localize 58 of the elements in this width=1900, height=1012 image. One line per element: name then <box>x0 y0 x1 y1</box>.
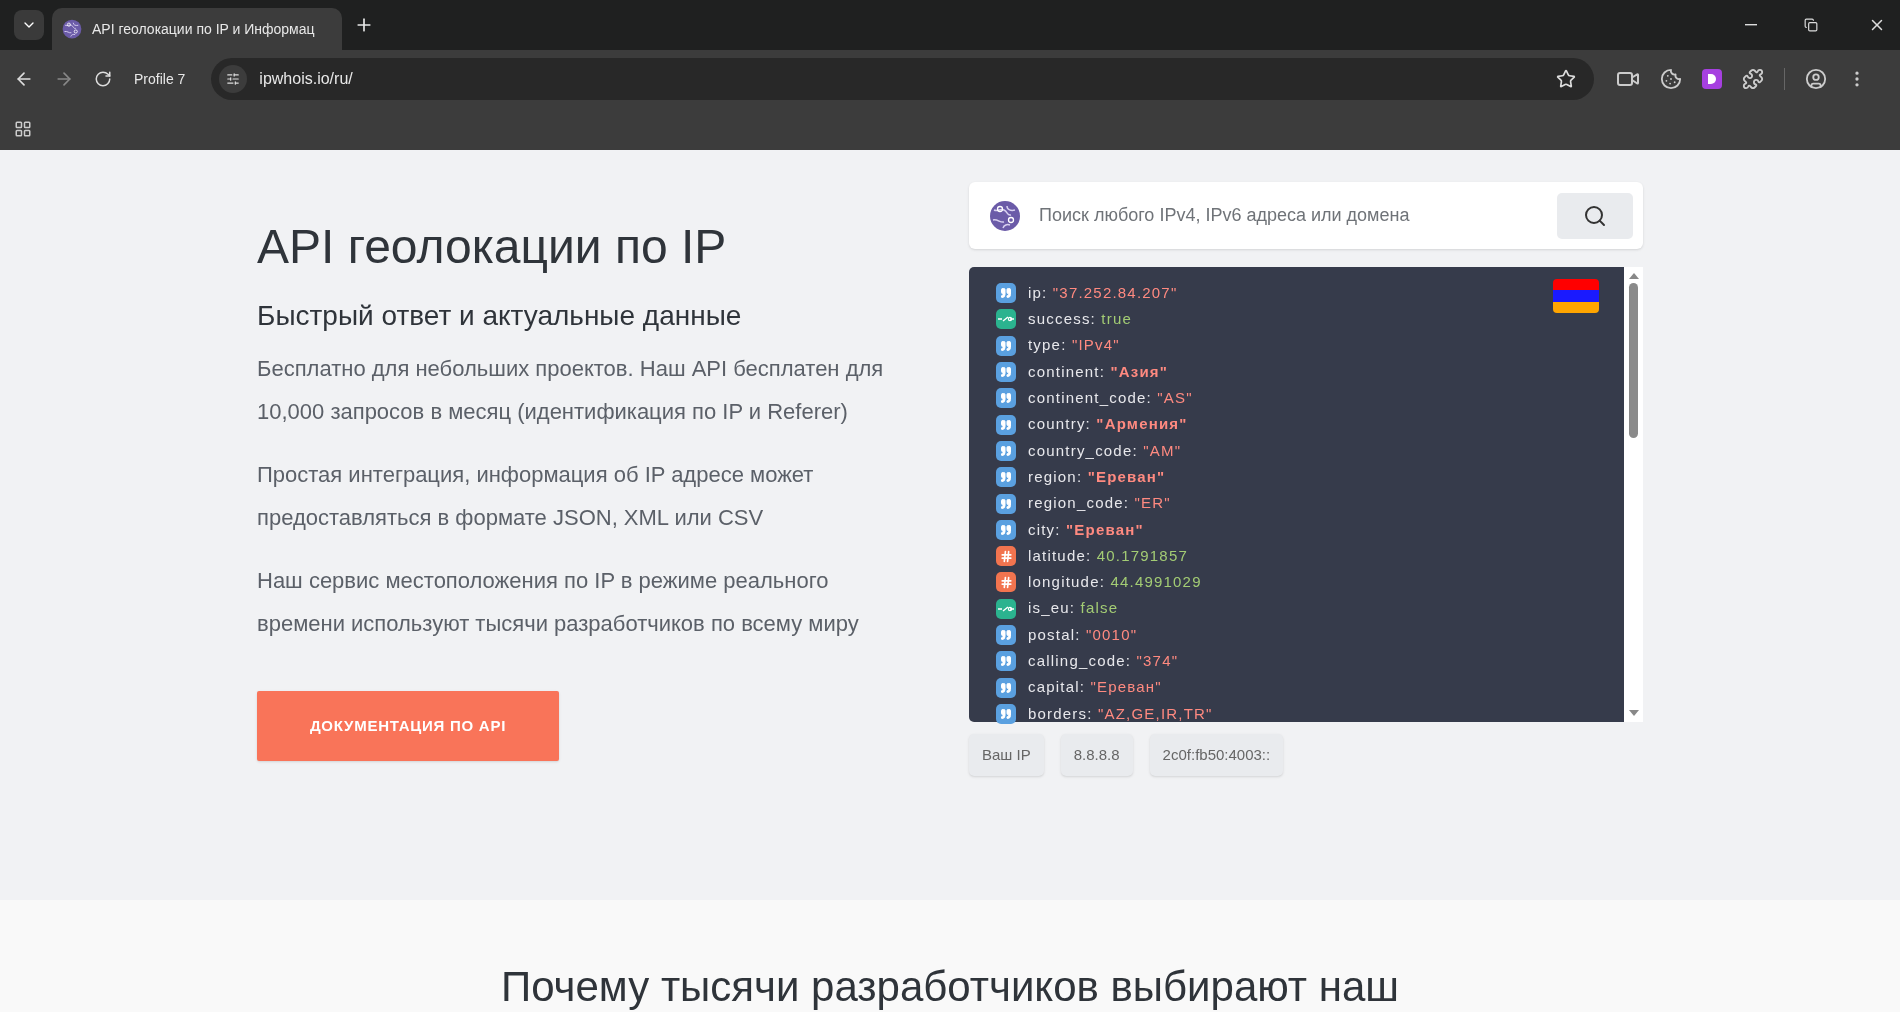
address-bar[interactable]: ipwhois.io/ru/ <box>211 58 1595 100</box>
cookie-icon[interactable] <box>1660 68 1683 90</box>
result-line: region: "Ереван" <box>1028 466 1166 487</box>
search-button[interactable] <box>1557 192 1633 239</box>
result-line: continent: "Азия" <box>1028 361 1169 382</box>
sliders-icon <box>226 72 241 86</box>
result-line: postal: "0010" <box>1028 624 1138 645</box>
docs-button[interactable]: ДОКУМЕНТАЦИЯ ПО API <box>257 691 559 761</box>
hero-paragraph: Бесплатно для небольших проектов. Наш API бесплатен для 10,000 запросов в месяц (идентификация по IP и Referer) <box>257 355 885 426</box>
result-line: country: "Армения" <box>1028 414 1188 435</box>
minimize-icon <box>1745 24 1757 26</box>
result-line: capital: "Ереван" <box>1028 677 1162 698</box>
result-line: city: "Ереван" <box>1028 519 1144 540</box>
tab-title: API геолокации по IP и Информац <box>92 19 315 39</box>
switch-icon <box>996 598 1016 619</box>
quick-ip-chip[interactable]: 8.8.8.8 <box>1060 734 1133 776</box>
scroll-up-arrow-icon[interactable] <box>1628 273 1639 279</box>
puzzle-icon[interactable] <box>1742 68 1765 90</box>
profile-button[interactable]: Profile 7 <box>132 68 188 90</box>
scrollbar[interactable] <box>1624 267 1643 722</box>
search-input[interactable]: Поиск любого IPv4, IPv6 адреса или домена <box>1039 202 1557 229</box>
site-settings-icon[interactable] <box>219 65 248 93</box>
scrollbar-thumb[interactable] <box>1629 283 1638 438</box>
hero-paragraph: Простая интеграция, информация об IP адресе может предоставляться в формате JSON, XML или CSV <box>257 461 815 532</box>
hero-subtitle: Быстрый ответ и актуальные данные <box>257 299 743 333</box>
result-line: latitude: 40.1791857 <box>1028 545 1188 566</box>
reload-icon <box>94 70 112 88</box>
globe-logo-icon <box>989 199 1021 232</box>
result-line: continent_code: "AS" <box>1028 388 1193 409</box>
scroll-down-arrow-icon[interactable] <box>1628 710 1639 716</box>
restore-icon <box>1804 18 1818 32</box>
bookmark-star-icon[interactable] <box>1556 69 1577 89</box>
hero-title: API геолокации по IP <box>257 219 728 275</box>
favicon-icon <box>62 19 82 39</box>
result-line: is_eu: false <box>1028 598 1119 619</box>
tab-list-button[interactable] <box>14 10 44 40</box>
search-icon <box>1583 203 1607 228</box>
browser-tab[interactable]: API геолокации по IP и Информац <box>52 8 342 50</box>
section-heading: Почему тысячи разработчиков выбирают наш <box>501 962 1399 1012</box>
apps-grid-icon[interactable] <box>14 120 32 138</box>
extension-icon[interactable] <box>1702 69 1723 89</box>
quick-ip-chip[interactable]: Ваш IP <box>969 734 1044 776</box>
result-line: longitude: 44.4991029 <box>1028 572 1202 593</box>
account-icon[interactable] <box>1805 68 1828 90</box>
hero-paragraph: Наш сервис местоположения по IP в режиме реального времени используют тысячи разработчиков по всему миру <box>257 567 860 638</box>
quick-ip-chip[interactable]: 2c0f:fb50:4003:: <box>1149 734 1284 776</box>
flag-icon <box>1553 279 1599 313</box>
result-line: calling_code: "374" <box>1028 651 1179 672</box>
result-line: ip: "37.252.84.207" <box>1028 282 1178 303</box>
reload-button[interactable] <box>94 70 112 88</box>
result-line: country_code: "AM" <box>1028 440 1182 461</box>
result-line: region_code: "ER" <box>1028 493 1171 514</box>
result-line: success: true <box>1028 309 1132 330</box>
result-line: borders: "AZ,GE,IR,TR" <box>1028 703 1213 724</box>
url-text: ipwhois.io/ru/ <box>259 69 353 89</box>
result-line: type: "IPv4" <box>1028 335 1120 356</box>
switch-icon <box>996 309 1016 330</box>
search-bar[interactable]: Поиск любого IPv4, IPv6 адреса или домена <box>969 182 1643 249</box>
